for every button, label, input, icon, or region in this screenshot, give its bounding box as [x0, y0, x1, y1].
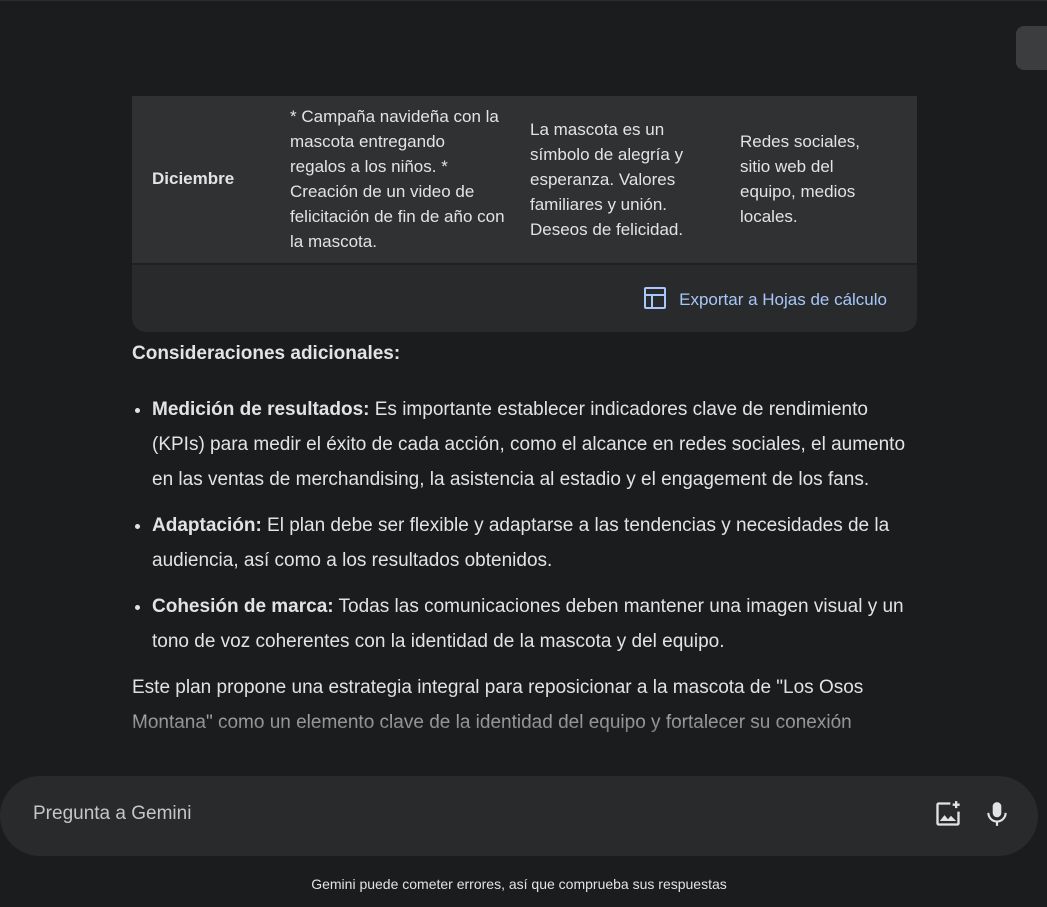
microphone-icon: [984, 800, 1010, 833]
table-sheet-icon: [643, 286, 679, 315]
closing-paragraph: Este plan propone una estrategia integra…: [132, 677, 864, 733]
prompt-input-bar[interactable]: Pregunta a Gemini: [0, 776, 1038, 856]
table-cell-channel: Redes sociales, sitio web del equipo, me…: [740, 132, 861, 226]
export-to-sheets-button[interactable]: Exportar a Hojas de cálculo: [643, 286, 887, 315]
top-divider: [0, 0, 1047, 1]
disclaimer-text: Gemini puede cometer errores, así que co…: [311, 876, 727, 892]
list-item: Adaptación: El plan debe ser flexible y …: [152, 508, 917, 578]
side-panel-handle[interactable]: [1016, 26, 1047, 70]
add-image-icon: [934, 800, 962, 833]
table-cell-month: Diciembre: [152, 169, 235, 188]
prompt-input[interactable]: Pregunta a Gemini: [33, 803, 191, 825]
list-item-text: El plan debe ser flexible y adaptarse a …: [152, 515, 890, 571]
list-item-title: Medición de resultados:: [152, 399, 370, 420]
list-item-title: Cohesión de marca:: [152, 596, 334, 617]
list-item: Medición de resultados: Es importante es…: [152, 392, 917, 497]
table-cell-message: La mascota es un símbolo de alegría y es…: [530, 120, 684, 239]
table-cell-action: * Campaña navideña con la mascota entreg…: [290, 107, 505, 251]
microphone-button[interactable]: [981, 800, 1013, 832]
list-item-title: Adaptación:: [152, 515, 262, 536]
response-content: Consideraciones adicionales: Medición de…: [132, 336, 917, 740]
section-heading: Consideraciones adicionales:: [132, 343, 401, 364]
table-card: Diciembre * Campaña navideña con la masc…: [132, 96, 917, 332]
export-label: Exportar a Hojas de cálculo: [679, 290, 887, 309]
table-divider: [132, 263, 917, 265]
table-row: Diciembre * Campaña navideña con la masc…: [132, 96, 917, 263]
list-item: Cohesión de marca: Todas las comunicacio…: [152, 589, 917, 659]
considerations-list: Medición de resultados: Es importante es…: [132, 392, 917, 659]
add-image-button[interactable]: [932, 800, 964, 832]
